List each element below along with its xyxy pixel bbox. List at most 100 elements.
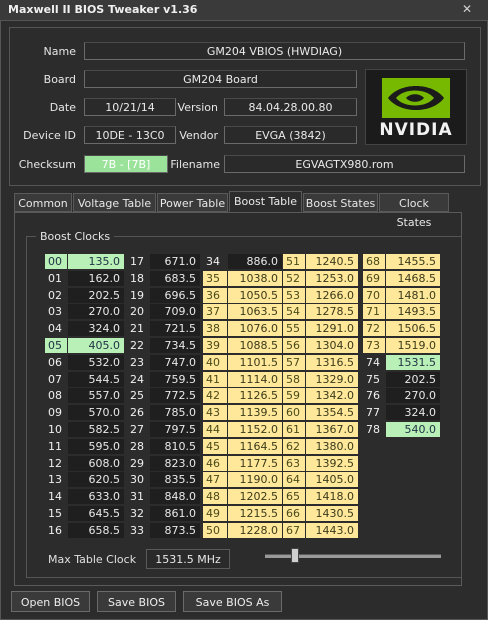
boost-clock-cell-00[interactable]: 135.0 [68, 254, 124, 269]
device-id-field[interactable]: 10DE - 13C0 [84, 126, 176, 144]
boost-clock-cell-68[interactable]: 1455.5 [386, 254, 440, 269]
boost-clock-cell-66[interactable]: 1430.5 [306, 506, 358, 521]
boost-clock-cell-30[interactable]: 835.5 [150, 472, 200, 487]
boost-clock-cell-21[interactable]: 721.5 [150, 321, 200, 336]
boost-clock-cell-16[interactable]: 658.5 [68, 523, 124, 538]
boost-clock-cell-23[interactable]: 747.0 [150, 355, 200, 370]
boost-clock-cell-78[interactable]: 540.0 [386, 422, 440, 437]
boost-clock-cell-08[interactable]: 557.0 [68, 388, 124, 403]
boost-clock-cell-64[interactable]: 1405.0 [306, 472, 358, 487]
boost-index-56: 56 [283, 338, 305, 353]
boost-clock-cell-48[interactable]: 1202.5 [228, 489, 282, 504]
boost-clock-cell-51[interactable]: 1240.5 [306, 254, 358, 269]
boost-clock-cell-73[interactable]: 1519.0 [386, 338, 440, 353]
boost-clock-cell-44[interactable]: 1152.0 [228, 422, 282, 437]
boost-clock-cell-17[interactable]: 671.0 [150, 254, 200, 269]
boost-clock-cell-70[interactable]: 1481.0 [386, 288, 440, 303]
boost-clock-cell-15[interactable]: 645.5 [68, 506, 124, 521]
boost-clock-cell-72[interactable]: 1506.5 [386, 321, 440, 336]
boost-clock-cell-49[interactable]: 1215.5 [228, 506, 282, 521]
boost-clock-cell-63[interactable]: 1392.5 [306, 456, 358, 471]
boost-clock-cell-60[interactable]: 1354.5 [306, 405, 358, 420]
boost-clock-cell-28[interactable]: 810.5 [150, 439, 200, 454]
boost-clock-cell-67[interactable]: 1443.0 [306, 523, 358, 538]
boost-clock-cell-19[interactable]: 696.5 [150, 288, 200, 303]
boost-clock-cell-27[interactable]: 797.5 [150, 422, 200, 437]
boost-clock-cell-65[interactable]: 1418.0 [306, 489, 358, 504]
boost-clock-cell-18[interactable]: 683.5 [150, 271, 200, 286]
boost-clock-cell-74[interactable]: 1531.5 [386, 355, 440, 370]
filename-field[interactable]: EGVAGTX980.rom [224, 155, 465, 173]
boost-clock-cell-32[interactable]: 861.0 [150, 506, 200, 521]
boost-clock-cell-04[interactable]: 324.0 [68, 321, 124, 336]
board-field[interactable]: GM204 Board [84, 70, 357, 88]
boost-clock-cell-22[interactable]: 734.5 [150, 338, 200, 353]
vendor-field[interactable]: EVGA (3842) [224, 126, 357, 144]
boost-clock-cell-77[interactable]: 324.0 [386, 405, 440, 420]
boost-clock-cell-13[interactable]: 620.5 [68, 472, 124, 487]
boost-clock-cell-75[interactable]: 202.5 [386, 372, 440, 387]
date-field[interactable]: 10/21/14 [84, 98, 176, 116]
boost-clocks-title: Boost Clocks [36, 230, 115, 243]
boost-clock-cell-11[interactable]: 595.0 [68, 439, 124, 454]
boost-clock-cell-39[interactable]: 1088.5 [228, 338, 282, 353]
tab-power-table[interactable]: Power Table [157, 193, 228, 212]
clock-slider-thumb[interactable] [291, 548, 299, 563]
boost-clock-cell-76[interactable]: 270.0 [386, 388, 440, 403]
version-field[interactable]: 84.04.28.00.80 [224, 98, 357, 116]
boost-clock-cell-41[interactable]: 1114.0 [228, 372, 282, 387]
open-bios-button[interactable]: Open BIOS [11, 591, 90, 612]
boost-clock-cell-36[interactable]: 1050.5 [228, 288, 282, 303]
boost-clock-cell-55[interactable]: 1291.0 [306, 321, 358, 336]
boost-clock-cell-20[interactable]: 709.0 [150, 304, 200, 319]
boost-clock-cell-38[interactable]: 1076.0 [228, 321, 282, 336]
boost-clock-cell-54[interactable]: 1278.5 [306, 304, 358, 319]
tab-boost-table[interactable]: Boost Table [229, 191, 302, 212]
boost-clock-cell-52[interactable]: 1253.0 [306, 271, 358, 286]
boost-clock-cell-34[interactable]: 886.0 [228, 254, 282, 269]
boost-clock-cell-37[interactable]: 1063.5 [228, 304, 282, 319]
boost-index-03: 03 [48, 305, 62, 318]
boost-clock-cell-03[interactable]: 270.0 [68, 304, 124, 319]
tab-voltage-table[interactable]: Voltage Table [73, 193, 156, 212]
boost-clock-cell-47[interactable]: 1190.0 [228, 472, 282, 487]
save-bios-button[interactable]: Save BIOS [97, 591, 176, 612]
boost-clock-cell-25[interactable]: 772.5 [150, 388, 200, 403]
boost-clock-cell-07[interactable]: 544.5 [68, 372, 124, 387]
boost-clock-cell-69[interactable]: 1468.5 [386, 271, 440, 286]
boost-clock-cell-09[interactable]: 570.0 [68, 405, 124, 420]
boost-clock-cell-24[interactable]: 759.5 [150, 372, 200, 387]
boost-clock-cell-43[interactable]: 1139.5 [228, 405, 282, 420]
boost-clock-cell-01[interactable]: 162.0 [68, 271, 124, 286]
boost-clock-cell-05[interactable]: 405.0 [68, 338, 124, 353]
boost-clock-cell-46[interactable]: 1177.5 [228, 456, 282, 471]
boost-clock-cell-42[interactable]: 1126.5 [228, 388, 282, 403]
tab-common[interactable]: Common [14, 193, 72, 212]
boost-clock-cell-06[interactable]: 532.0 [68, 355, 124, 370]
close-icon[interactable]: ✕ [462, 2, 472, 16]
boost-clock-cell-12[interactable]: 608.0 [68, 456, 124, 471]
boost-clock-cell-50[interactable]: 1228.0 [228, 523, 282, 538]
boost-clock-cell-58[interactable]: 1329.0 [306, 372, 358, 387]
save-bios-as-button[interactable]: Save BIOS As [183, 591, 282, 612]
boost-clock-cell-53[interactable]: 1266.0 [306, 288, 358, 303]
tab-boost-states[interactable]: Boost States [303, 193, 378, 212]
tab-clock-states[interactable]: Clock States [379, 193, 449, 229]
boost-clock-cell-10[interactable]: 582.5 [68, 422, 124, 437]
boost-clock-cell-57[interactable]: 1316.5 [306, 355, 358, 370]
boost-clock-cell-33[interactable]: 873.5 [150, 523, 200, 538]
boost-clock-cell-61[interactable]: 1367.0 [306, 422, 358, 437]
boost-clock-cell-14[interactable]: 633.0 [68, 489, 124, 504]
boost-clock-cell-59[interactable]: 1342.0 [306, 388, 358, 403]
boost-clock-cell-31[interactable]: 848.0 [150, 489, 200, 504]
boost-clock-cell-56[interactable]: 1304.0 [306, 338, 358, 353]
boost-clock-cell-45[interactable]: 1164.5 [228, 439, 282, 454]
boost-clock-cell-71[interactable]: 1493.5 [386, 304, 440, 319]
boost-clock-cell-26[interactable]: 785.0 [150, 405, 200, 420]
boost-clock-cell-40[interactable]: 1101.5 [228, 355, 282, 370]
boost-clock-cell-62[interactable]: 1380.0 [306, 439, 358, 454]
name-field[interactable]: GM204 VBIOS (HWDIAG) [84, 42, 465, 60]
boost-clock-cell-02[interactable]: 202.5 [68, 288, 124, 303]
boost-clock-cell-35[interactable]: 1038.0 [228, 271, 282, 286]
boost-clock-cell-29[interactable]: 823.0 [150, 456, 200, 471]
